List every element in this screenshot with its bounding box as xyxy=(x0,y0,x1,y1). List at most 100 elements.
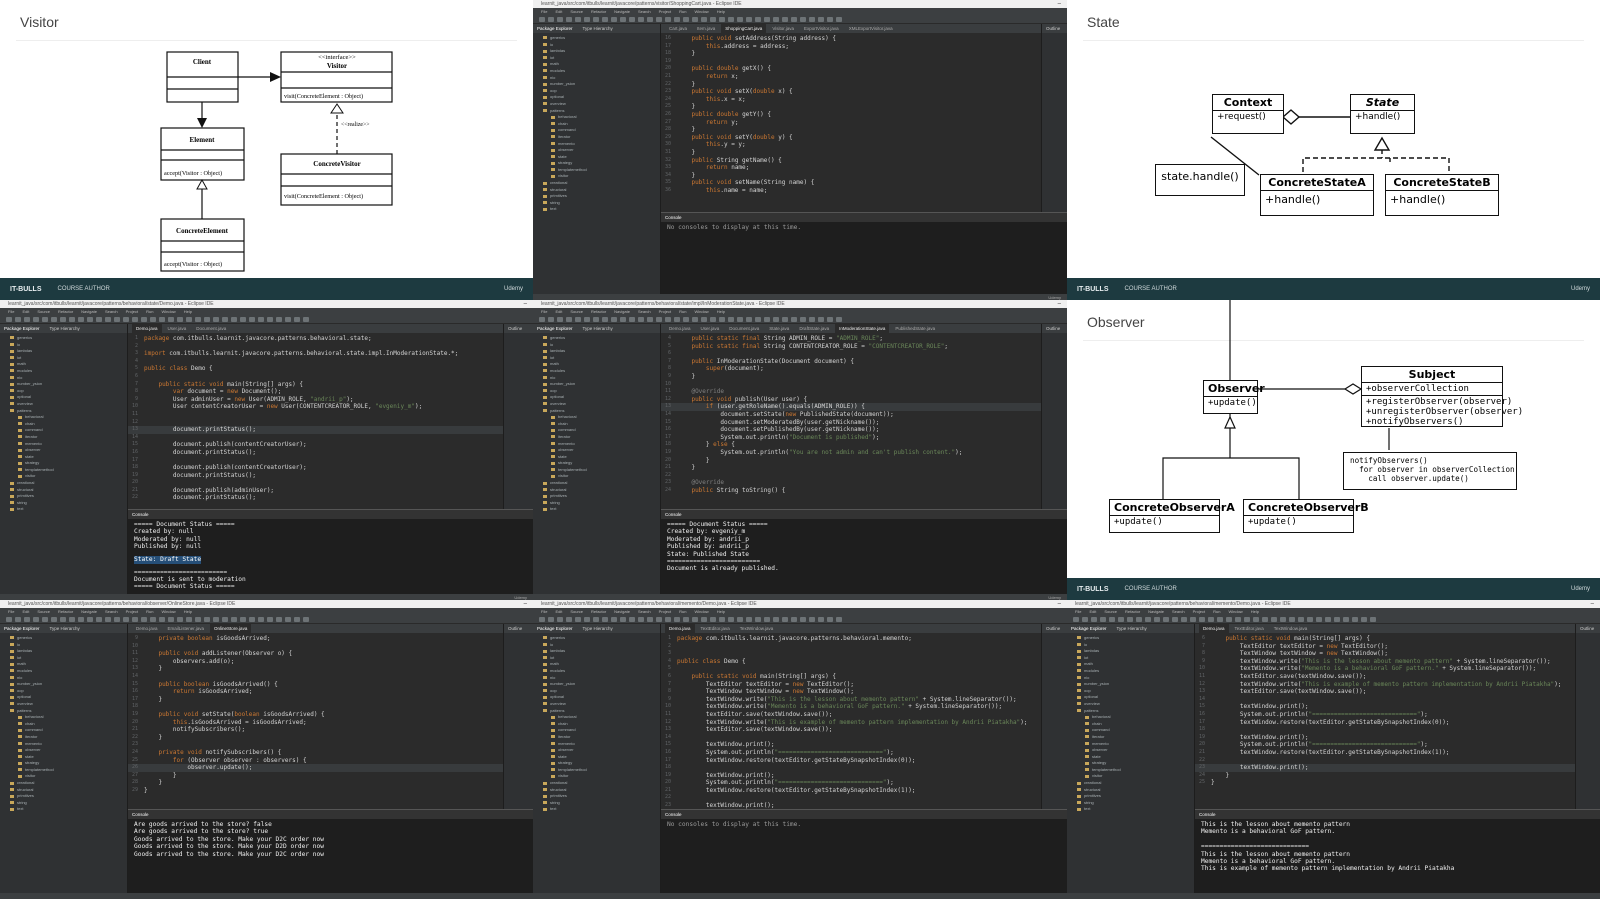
tree-item[interactable]: patterns xyxy=(6,408,127,415)
menu-item-edit[interactable]: Edit xyxy=(555,8,562,15)
toolbar-icon[interactable] xyxy=(195,617,201,622)
toolbar-icon[interactable] xyxy=(638,17,644,22)
toolbar-icon[interactable] xyxy=(150,617,156,622)
toolbar-icon[interactable] xyxy=(1280,617,1286,622)
toolbar-icon[interactable] xyxy=(692,617,698,622)
tree-item[interactable]: command xyxy=(539,427,660,434)
toolbar-icon[interactable] xyxy=(240,617,246,622)
toolbar-icon[interactable] xyxy=(1127,617,1133,622)
toolbar-icon[interactable] xyxy=(69,317,75,322)
toolbar-icon[interactable] xyxy=(611,17,617,22)
tree-item[interactable]: nio xyxy=(539,375,660,382)
toolbar-icon[interactable] xyxy=(539,617,545,622)
toolbar-icon[interactable] xyxy=(24,317,30,322)
toolbar-icon[interactable] xyxy=(827,317,833,322)
tree-item[interactable]: oop xyxy=(1073,688,1194,695)
toolbar-icon[interactable] xyxy=(1073,617,1079,622)
menu-item-source[interactable]: Source xyxy=(570,8,583,15)
tree-item[interactable]: behavioral xyxy=(6,714,127,721)
minimize-button[interactable]: – xyxy=(524,600,527,608)
toolbar-icon[interactable] xyxy=(1289,617,1295,622)
tree-item[interactable]: modules xyxy=(539,368,660,375)
toolbar-icon[interactable] xyxy=(728,17,734,22)
tree-item[interactable]: patterns xyxy=(539,408,660,415)
tree-item[interactable]: optional xyxy=(6,694,127,701)
minimize-button[interactable]: – xyxy=(1058,600,1061,608)
tree-item[interactable]: creational xyxy=(6,780,127,787)
toolbar-icon[interactable] xyxy=(737,17,743,22)
tree-item[interactable]: structural xyxy=(539,487,660,494)
menu-item-window[interactable]: Window xyxy=(161,608,175,615)
menu-item-search[interactable]: Search xyxy=(638,608,651,615)
tree-item[interactable]: primitives xyxy=(539,193,660,200)
tree-item[interactable]: generics xyxy=(539,635,660,642)
tree-item[interactable]: text xyxy=(539,506,660,513)
menu-item-run[interactable]: Run xyxy=(146,308,153,315)
editor-tab[interactable]: Cart.java xyxy=(665,24,691,33)
toolbar-icon[interactable] xyxy=(836,317,842,322)
tree-item[interactable]: patterns xyxy=(539,708,660,715)
code-editor[interactable]: Demo.java TextEditor.java TextWindow.java … xyxy=(661,624,1041,809)
toolbar-icon[interactable] xyxy=(60,317,66,322)
toolbar-icon[interactable] xyxy=(746,317,752,322)
toolbar-icon[interactable] xyxy=(33,617,39,622)
tree-item[interactable]: number_ysion xyxy=(6,381,127,388)
tree-item[interactable]: oop xyxy=(6,688,127,695)
explorer-tab[interactable]: Package Explorer xyxy=(4,324,40,333)
minimize-button[interactable]: – xyxy=(524,300,527,308)
menu-item-window[interactable]: Window xyxy=(161,308,175,315)
toolbar-icon[interactable] xyxy=(719,617,725,622)
menu-item-file[interactable]: File xyxy=(8,608,14,615)
toolbar-icon[interactable] xyxy=(602,17,608,22)
tree-item[interactable]: creational xyxy=(1073,780,1194,787)
editor-tab[interactable]: TextEditor.java xyxy=(1231,624,1268,633)
tree-item[interactable]: iterator xyxy=(1073,734,1194,741)
console-tab[interactable]: Console xyxy=(665,510,682,519)
tree-item[interactable]: nio xyxy=(1073,675,1194,682)
toolbar-icon[interactable] xyxy=(764,317,770,322)
tree-item[interactable]: chain xyxy=(539,721,660,728)
menu-item-run[interactable]: Run xyxy=(146,608,153,615)
toolbar-icon[interactable] xyxy=(1109,617,1115,622)
tree-item[interactable]: primitives xyxy=(6,493,127,500)
toolbar-icon[interactable] xyxy=(1226,617,1232,622)
editor-tab[interactable]: User.java xyxy=(697,324,724,333)
code-editor[interactable]: Demo.java User.java Document.java 1 package… xyxy=(128,324,503,509)
tree-item[interactable]: string xyxy=(539,500,660,507)
toolbar-icon[interactable] xyxy=(1217,617,1223,622)
toolbar-icon[interactable] xyxy=(791,617,797,622)
tree-item[interactable]: primitives xyxy=(539,493,660,500)
menu-item-help[interactable]: Help xyxy=(184,608,192,615)
toolbar-icon[interactable] xyxy=(159,617,165,622)
tree-item[interactable]: behavioral xyxy=(6,414,127,421)
tree-item[interactable]: nio xyxy=(6,675,127,682)
toolbar-icon[interactable] xyxy=(611,317,617,322)
tree-item[interactable]: optional xyxy=(539,694,660,701)
toolbar-icon[interactable] xyxy=(78,317,84,322)
tree-item[interactable]: io xyxy=(6,342,127,349)
menu-item-project[interactable]: Project xyxy=(659,608,671,615)
toolbar-icon[interactable] xyxy=(620,317,626,322)
menu-item-navigate[interactable]: Navigate xyxy=(614,308,630,315)
toolbar-icon[interactable] xyxy=(51,617,57,622)
menu-item-edit[interactable]: Edit xyxy=(555,308,562,315)
toolbar-icon[interactable] xyxy=(827,617,833,622)
tree-item[interactable]: chain xyxy=(1073,721,1194,728)
toolbar-icon[interactable] xyxy=(584,317,590,322)
tree-item[interactable]: oop xyxy=(539,688,660,695)
tree-item[interactable]: nio xyxy=(539,675,660,682)
menu-item-file[interactable]: File xyxy=(541,8,547,15)
toolbar-icon[interactable] xyxy=(303,617,309,622)
tree-item[interactable]: observer xyxy=(539,747,660,754)
tree-item[interactable]: iot xyxy=(539,355,660,362)
tree-item[interactable]: overview xyxy=(539,101,660,108)
code-editor[interactable]: Demo.java User.java Document.java State.jav… xyxy=(661,324,1041,509)
toolbar-icon[interactable] xyxy=(674,617,680,622)
toolbar-icon[interactable] xyxy=(222,317,228,322)
editor-tab[interactable]: TextEditor.java xyxy=(697,624,734,633)
tree-item[interactable]: visitor xyxy=(539,773,660,780)
toolbar-icon[interactable] xyxy=(159,317,165,322)
type-hierarchy-tab[interactable]: Type Hierarchy xyxy=(583,324,613,333)
tree-item[interactable]: observer xyxy=(6,747,127,754)
toolbar-icon[interactable] xyxy=(231,317,237,322)
